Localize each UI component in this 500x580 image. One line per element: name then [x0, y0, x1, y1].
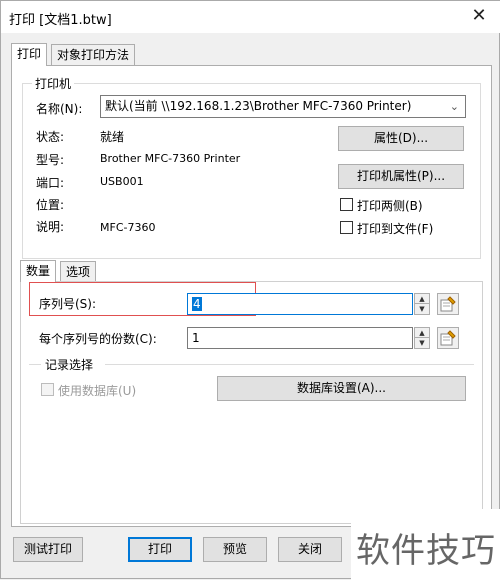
serial-spinner[interactable]: ▲ ▼ [414, 293, 430, 315]
printer-name-label: 名称(N): [36, 102, 83, 116]
print-tab-panel: 打印机 名称(N): 默认(当前 \\192.168.1.23\Brother … [11, 65, 492, 527]
spin-up-icon[interactable]: ▲ [415, 328, 429, 338]
title-bar: 打印 [文档1.btw] ✕ [1, 1, 500, 33]
tab-object-print-method[interactable]: 对象打印方法 [51, 44, 136, 66]
printer-properties-button[interactable]: 打印机属性(P)... [338, 164, 464, 189]
wizard-icon [440, 330, 456, 346]
wizard-icon [440, 296, 456, 312]
use-database-label: 使用数据库(U) [58, 384, 137, 398]
print-button[interactable]: 打印 [128, 537, 192, 562]
copies-wizard-button[interactable] [437, 327, 459, 349]
records-group-title: 记录选择 [45, 358, 94, 372]
print-to-file-label: 打印到文件(F) [357, 222, 434, 236]
model-value: Brother MFC-7360 Printer [100, 152, 241, 165]
records-separator-left [29, 364, 41, 365]
print-dialog: 打印 [文档1.btw] ✕ 打印 对象打印方法 打印机 名称(N): 默认(当… [0, 0, 500, 580]
duplex-label: 打印两侧(B) [357, 199, 423, 213]
copies-label: 每个序列号的份数(C): [39, 332, 157, 346]
spin-down-icon[interactable]: ▼ [415, 304, 429, 314]
copies-spinner[interactable]: ▲ ▼ [414, 327, 430, 349]
serial-input[interactable]: 4 [187, 293, 413, 315]
quantity-tab-panel: 序列号(S): 4 ▲ ▼ 每个序列号的份数(C): 1 ▲ ▼ 记录选择 使用… [20, 281, 483, 524]
tab-options[interactable]: 选项 [60, 261, 97, 282]
comment-label: 说明: [36, 220, 65, 234]
database-settings-button[interactable]: 数据库设置(A)... [217, 376, 466, 401]
tab-print[interactable]: 打印 [11, 43, 48, 66]
copies-input[interactable]: 1 [187, 327, 413, 349]
properties-button[interactable]: 属性(D)... [338, 126, 464, 151]
print-to-file-checkbox[interactable] [340, 221, 353, 234]
close-button[interactable]: 关闭 [278, 537, 342, 562]
location-label: 位置: [36, 198, 65, 212]
printer-name-value: 默认(当前 \\192.168.1.23\Brother MFC-7360 Pr… [105, 99, 412, 113]
chevron-down-icon: ⌄ [449, 100, 459, 113]
watermark-text: 软件技巧 [356, 531, 496, 571]
window-title: 打印 [文档1.btw] [9, 13, 112, 28]
port-value: USB001 [100, 175, 144, 188]
serial-value: 4 [192, 297, 202, 311]
records-separator-right [105, 364, 474, 365]
copies-value: 1 [192, 331, 200, 345]
port-label: 端口: [36, 176, 65, 190]
duplex-checkbox[interactable] [340, 198, 353, 211]
model-label: 型号: [36, 153, 65, 167]
comment-value: MFC-7360 [100, 221, 156, 234]
test-print-button[interactable]: 测试打印 [13, 537, 83, 562]
printer-group-title: 打印机 [32, 75, 75, 92]
tab-quantity[interactable]: 数量 [20, 260, 57, 282]
status-value: 就绪 [100, 130, 125, 144]
serial-label: 序列号(S): [39, 297, 97, 311]
serial-wizard-button[interactable] [437, 293, 459, 315]
preview-button[interactable]: 预览 [203, 537, 267, 562]
spin-down-icon[interactable]: ▼ [415, 338, 429, 348]
close-icon[interactable]: ✕ [457, 1, 500, 33]
spin-up-icon[interactable]: ▲ [415, 294, 429, 304]
use-database-checkbox[interactable] [41, 383, 54, 396]
printer-name-select[interactable]: 默认(当前 \\192.168.1.23\Brother MFC-7360 Pr… [100, 95, 466, 118]
status-label: 状态: [36, 130, 65, 144]
